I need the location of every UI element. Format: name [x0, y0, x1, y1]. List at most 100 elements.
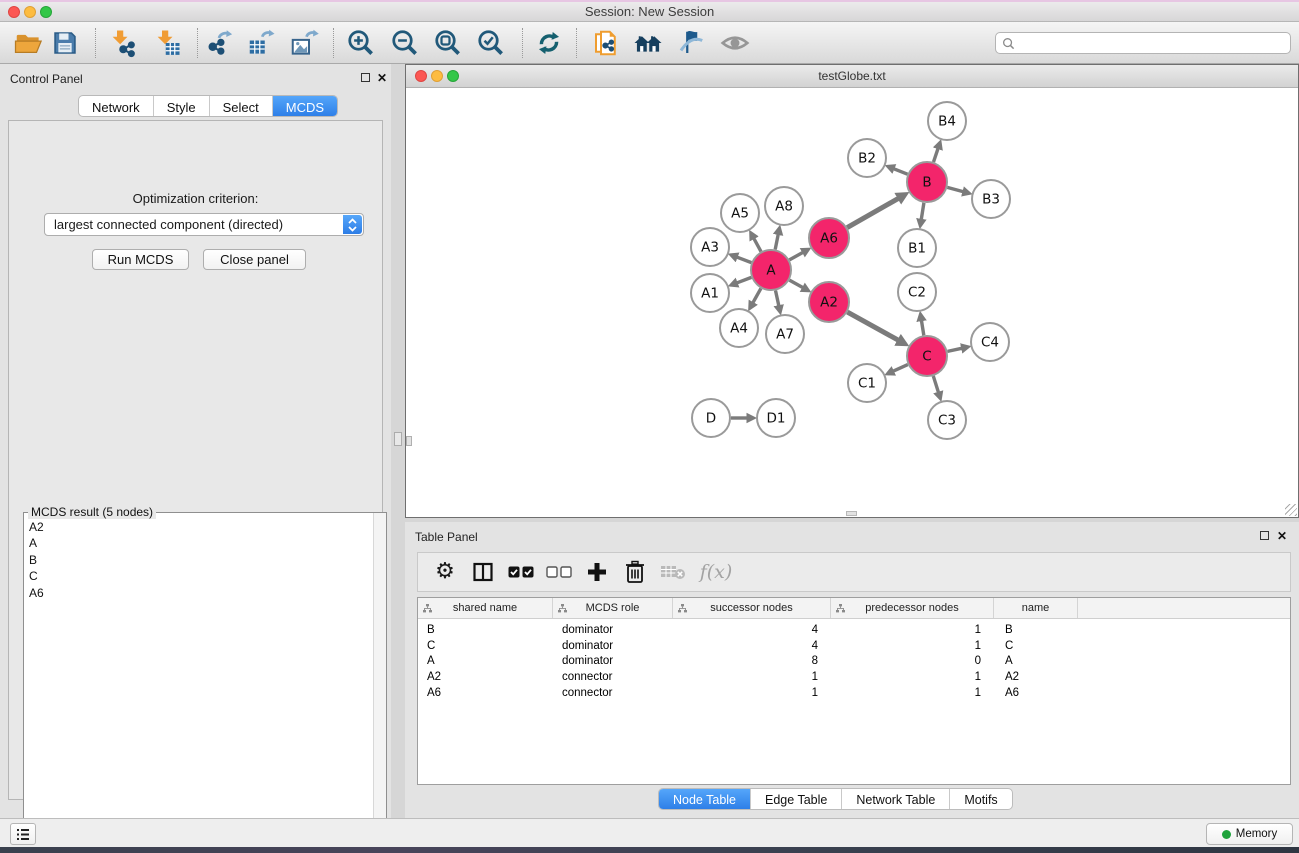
table-cell[interactable]: connector: [553, 687, 673, 699]
edge-A-A2[interactable]: [789, 280, 802, 287]
node-A[interactable]: A: [751, 250, 791, 290]
tab-mcds[interactable]: MCDS: [273, 96, 337, 116]
edge-C-C3[interactable]: [933, 376, 938, 392]
export-image-icon[interactable]: [287, 26, 321, 60]
add-column-icon[interactable]: [582, 557, 612, 587]
tab-motifs[interactable]: Motifs: [950, 789, 1011, 809]
duplicate-network-icon[interactable]: [589, 26, 623, 60]
node-B[interactable]: B: [907, 162, 947, 202]
edge-A-A6[interactable]: [789, 253, 802, 260]
export-network-icon[interactable]: [202, 26, 236, 60]
column-header-MCDS-role[interactable]: MCDS role: [553, 598, 673, 618]
table-cell[interactable]: 1: [831, 624, 994, 636]
node-A5[interactable]: A5: [721, 194, 759, 232]
run-mcds-button[interactable]: Run MCDS: [92, 249, 189, 270]
mcds-result-item[interactable]: A2: [29, 519, 373, 535]
edge-A-A8[interactable]: [775, 234, 778, 249]
mcds-result-item[interactable]: B: [29, 552, 373, 568]
tab-edge-table[interactable]: Edge Table: [751, 789, 842, 809]
table-cell[interactable]: A2: [418, 671, 553, 683]
criterion-select[interactable]: largest connected component (directed): [44, 213, 364, 236]
mcds-result-item[interactable]: A6: [29, 585, 373, 601]
open-session-icon[interactable]: [11, 26, 45, 60]
function-builder-icon[interactable]: f(x): [696, 557, 736, 587]
edge-B-B4[interactable]: [934, 149, 939, 162]
edge-A6-B[interactable]: [847, 198, 898, 227]
delete-table-icon[interactable]: [658, 557, 688, 587]
node-C3[interactable]: C3: [928, 401, 966, 439]
table-cell[interactable]: 1: [831, 640, 994, 652]
show-hidden-icon[interactable]: [718, 26, 752, 60]
edge-B-B3[interactable]: [947, 187, 963, 191]
task-history-button[interactable]: [10, 823, 36, 845]
refresh-view-icon[interactable]: [532, 26, 566, 60]
table-cell[interactable]: C: [994, 640, 1078, 652]
tab-network[interactable]: Network: [79, 96, 154, 116]
mcds-result-item[interactable]: A: [29, 535, 373, 551]
table-cell[interactable]: A6: [994, 687, 1078, 699]
hide-selected-icon[interactable]: [674, 26, 708, 60]
zoom-fit-icon[interactable]: [431, 26, 465, 60]
canvas-left-grip[interactable]: [406, 436, 412, 446]
column-header-name[interactable]: name: [994, 598, 1078, 618]
float-table-panel-icon[interactable]: [1260, 531, 1269, 540]
merge-columns-icon[interactable]: [468, 557, 498, 587]
edge-B-B1[interactable]: [921, 203, 924, 220]
tab-select[interactable]: Select: [210, 96, 273, 116]
table-cell[interactable]: dominator: [553, 655, 673, 667]
close-panel-icon[interactable]: ✕: [377, 71, 387, 85]
table-cell[interactable]: dominator: [553, 624, 673, 636]
table-cell[interactable]: dominator: [553, 640, 673, 652]
node-A2[interactable]: A2: [809, 282, 849, 322]
export-table-icon[interactable]: [244, 26, 278, 60]
node-C1[interactable]: C1: [848, 364, 886, 402]
panel-splitter-grip[interactable]: [394, 432, 402, 446]
edge-A-A1[interactable]: [737, 277, 751, 282]
node-B2[interactable]: B2: [848, 139, 886, 177]
column-header-shared-name[interactable]: shared name: [418, 598, 553, 618]
deselect-all-icon[interactable]: [544, 557, 574, 587]
float-panel-icon[interactable]: [361, 73, 370, 82]
edge-C-C2[interactable]: [922, 321, 924, 336]
edge-A-A4[interactable]: [753, 288, 761, 302]
table-cell[interactable]: B: [418, 624, 553, 636]
search-input[interactable]: [1019, 34, 1290, 52]
zoom-in-icon[interactable]: [344, 26, 378, 60]
tab-style[interactable]: Style: [154, 96, 210, 116]
table-row[interactable]: Adominator80A: [418, 654, 1290, 670]
edge-B-B2[interactable]: [894, 169, 908, 174]
mcds-result-scrollbar[interactable]: [373, 513, 386, 851]
node-D[interactable]: D: [692, 399, 730, 437]
delete-column-icon[interactable]: [620, 557, 650, 587]
node-A3[interactable]: A3: [691, 228, 729, 266]
edge-A-A3[interactable]: [737, 257, 751, 262]
table-cell[interactable]: 4: [673, 624, 831, 636]
zoom-out-icon[interactable]: [388, 26, 422, 60]
import-network-icon[interactable]: [105, 26, 139, 60]
first-neighbors-icon[interactable]: [631, 26, 665, 60]
table-row[interactable]: A2connector11A2: [418, 669, 1290, 685]
table-cell[interactable]: 4: [673, 640, 831, 652]
node-B4[interactable]: B4: [928, 102, 966, 140]
network-canvas[interactable]: B4B2BB3A8A5A6A3B1AC2A1A2A4A7C4CC1DD1C3: [406, 88, 1298, 517]
node-B3[interactable]: B3: [972, 180, 1010, 218]
edge-C-C1[interactable]: [893, 365, 907, 372]
node-A1[interactable]: A1: [691, 274, 729, 312]
table-cell[interactable]: B: [994, 624, 1078, 636]
node-A4[interactable]: A4: [720, 309, 758, 347]
node-C4[interactable]: C4: [971, 323, 1009, 361]
node-B1[interactable]: B1: [898, 229, 936, 267]
edge-A-A5[interactable]: [754, 239, 761, 252]
table-cell[interactable]: 8: [673, 655, 831, 667]
table-cell[interactable]: A2: [994, 671, 1078, 683]
edge-A2-C[interactable]: [847, 312, 898, 340]
table-cell[interactable]: 1: [831, 687, 994, 699]
table-cell[interactable]: A6: [418, 687, 553, 699]
node-A6[interactable]: A6: [809, 218, 849, 258]
close-table-panel-icon[interactable]: ✕: [1277, 529, 1287, 543]
import-table-icon[interactable]: [150, 26, 184, 60]
table-row[interactable]: A6connector11A6: [418, 685, 1290, 701]
window-resize-handle[interactable]: [1285, 504, 1297, 516]
table-cell[interactable]: A: [994, 655, 1078, 667]
table-cell[interactable]: A: [418, 655, 553, 667]
